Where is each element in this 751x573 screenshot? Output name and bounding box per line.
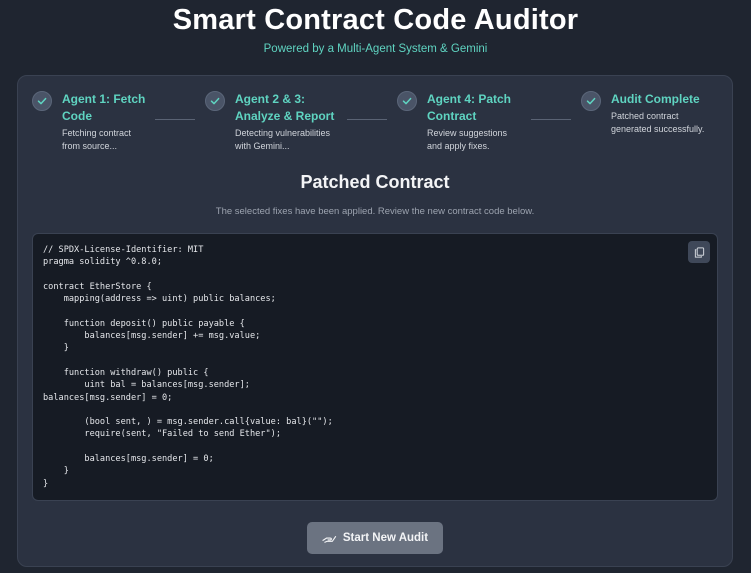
step-desc-line: Patched contract	[611, 111, 679, 121]
check-circle-icon	[32, 91, 52, 111]
step-title: Code	[62, 109, 92, 123]
step-desc-line: Review suggestions	[427, 128, 508, 138]
step-description: Patched contract generated successfully.	[611, 110, 704, 136]
check-circle-icon	[205, 91, 225, 111]
step-desc-line: Fetching contract	[62, 128, 132, 138]
start-new-audit-label: Start New Audit	[342, 532, 429, 544]
step-title: Agent 4: Patch	[427, 92, 512, 106]
step-title: Analyze & Report	[235, 109, 335, 123]
step-desc-line: with Gemini...	[235, 141, 290, 151]
step-desc-line: Detecting vulnerabilities	[235, 128, 331, 138]
contract-code[interactable]: // SPDX-License-Identifier: MIT pragma s…	[43, 244, 333, 490]
step-title: Agent 1: Fetch	[62, 92, 146, 106]
step-analyze-report: Agent 2 & 3: Analyze & Report Detecting …	[205, 91, 334, 153]
step-title: Audit Complete	[611, 92, 700, 106]
step-desc-line: and apply fixes.	[427, 141, 490, 151]
hand-icon	[322, 536, 337, 543]
page-header: Smart Contract Code Auditor Powered by a…	[0, 0, 751, 56]
check-circle-icon	[397, 91, 417, 111]
step-title: Agent 2 & 3:	[235, 92, 306, 106]
step-description: Fetching contract from source...	[62, 127, 145, 153]
step-connector	[155, 119, 195, 120]
copy-button[interactable]	[688, 241, 710, 263]
page-subtitle: Powered by a Multi-Agent System & Gemini	[263, 43, 488, 55]
step-fetch-code: Agent 1: Fetch Code Fetching contract fr…	[32, 91, 145, 153]
step-desc-line: from source...	[62, 141, 118, 151]
progress-steps: Agent 1: Fetch Code Fetching contract fr…	[18, 76, 732, 166]
start-new-audit-button[interactable]: Start New Audit	[307, 522, 443, 554]
step-description: Detecting vulnerabilities with Gemini...	[235, 127, 334, 153]
step-audit-complete: Audit Complete Patched contract generate…	[581, 91, 704, 136]
step-title: Contract	[427, 109, 477, 123]
step-desc-line: generated successfully.	[611, 124, 705, 134]
step-description: Review suggestions and apply fixes.	[427, 127, 511, 153]
page-title: Smart Contract Code Auditor	[172, 4, 579, 36]
step-connector	[347, 119, 387, 120]
patched-contract-description: The selected fixes have been applied. Re…	[215, 206, 535, 217]
code-viewer[interactable]: // SPDX-License-Identifier: MIT pragma s…	[32, 233, 718, 501]
audit-card: Agent 1: Fetch Code Fetching contract fr…	[17, 75, 733, 567]
patched-contract-title: Patched Contract	[300, 172, 450, 192]
step-patch-contract: Agent 4: Patch Contract Review suggestio…	[397, 91, 511, 153]
copy-icon	[694, 246, 704, 258]
step-connector	[531, 119, 571, 120]
check-circle-icon	[581, 91, 601, 111]
